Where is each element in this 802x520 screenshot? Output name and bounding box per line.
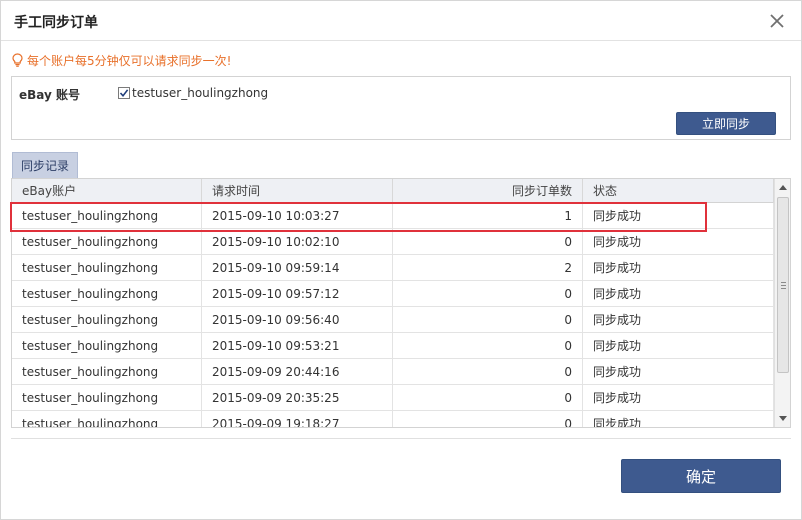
table-scrollbar[interactable] (774, 179, 790, 427)
title-bar: 手工同步订单 (1, 1, 801, 41)
cell-status: 同步成功 (583, 229, 774, 255)
cell-order-count: 0 (393, 411, 583, 427)
cell-account: testuser_houlingzhong (12, 255, 202, 281)
cell-request-time: 2015-09-10 09:57:12 (202, 281, 393, 307)
cell-account: testuser_houlingzhong (12, 307, 202, 333)
table-row[interactable]: testuser_houlingzhong 2015-09-09 19:18:2… (12, 411, 774, 427)
sync-records-table: eBay账户 请求时间 同步订单数 状态 testuser_houlingzho… (11, 178, 791, 428)
account-checkbox-label: testuser_houlingzhong (132, 86, 269, 100)
table-row[interactable]: testuser_houlingzhong 2015-09-10 09:56:4… (12, 307, 774, 333)
grip-icon (780, 281, 786, 289)
account-checkbox[interactable] (118, 87, 130, 99)
scroll-thumb[interactable] (777, 197, 789, 373)
account-panel: eBay 账号 testuser_houlingzhong 立即同步 (11, 76, 791, 140)
column-header-account[interactable]: eBay账户 (12, 179, 202, 203)
cell-order-count: 0 (393, 307, 583, 333)
column-header-request-time[interactable]: 请求时间 (202, 179, 393, 203)
lightbulb-icon (12, 53, 23, 67)
cell-account: testuser_houlingzhong (12, 359, 202, 385)
cell-request-time: 2015-09-10 09:56:40 (202, 307, 393, 333)
table-row[interactable]: testuser_houlingzhong 2015-09-10 10:03:2… (12, 203, 774, 229)
cell-request-time: 2015-09-10 09:53:21 (202, 333, 393, 359)
cell-account: testuser_houlingzhong (12, 333, 202, 359)
column-header-status[interactable]: 状态 (583, 179, 774, 203)
cell-order-count: 0 (393, 281, 583, 307)
footer-divider (11, 438, 791, 439)
cell-request-time: 2015-09-10 09:59:14 (202, 255, 393, 281)
cell-status: 同步成功 (583, 359, 774, 385)
scroll-up-arrow-icon[interactable] (775, 179, 790, 196)
cell-account: testuser_houlingzhong (12, 411, 202, 427)
table-row[interactable]: testuser_houlingzhong 2015-09-09 20:44:1… (12, 359, 774, 385)
cell-account: testuser_houlingzhong (12, 229, 202, 255)
cell-request-time: 2015-09-10 10:03:27 (202, 203, 393, 229)
cell-order-count: 0 (393, 333, 583, 359)
cell-account: testuser_houlingzhong (12, 385, 202, 411)
cell-order-count: 0 (393, 229, 583, 255)
tip-text: 每个账户每5分钟仅可以请求同步一次! (27, 53, 232, 68)
cell-status: 同步成功 (583, 333, 774, 359)
cell-status: 同步成功 (583, 307, 774, 333)
cell-status: 同步成功 (583, 281, 774, 307)
cell-request-time: 2015-09-09 20:35:25 (202, 385, 393, 411)
cell-order-count: 0 (393, 385, 583, 411)
table-row[interactable]: testuser_houlingzhong 2015-09-10 10:02:1… (12, 229, 774, 255)
dialog-title: 手工同步订单 (14, 15, 98, 31)
ok-button[interactable]: 确定 (621, 459, 781, 493)
ebay-account-label: eBay 账号 (19, 88, 81, 102)
sync-limit-tip: 每个账户每5分钟仅可以请求同步一次! (12, 52, 231, 68)
table-row[interactable]: testuser_houlingzhong 2015-09-10 09:53:2… (12, 333, 774, 359)
cell-order-count: 1 (393, 203, 583, 229)
checkmark-icon (119, 89, 129, 98)
cell-request-time: 2015-09-09 20:44:16 (202, 359, 393, 385)
table-body: testuser_houlingzhong 2015-09-10 10:03:2… (12, 203, 774, 427)
scroll-down-arrow-icon[interactable] (775, 410, 790, 427)
tab-sync-records[interactable]: 同步记录 (12, 152, 78, 178)
cell-request-time: 2015-09-09 19:18:27 (202, 411, 393, 427)
account-checkbox-row[interactable]: testuser_houlingzhong (118, 86, 268, 100)
cell-account: testuser_houlingzhong (12, 203, 202, 229)
cell-order-count: 0 (393, 359, 583, 385)
cell-account: testuser_houlingzhong (12, 281, 202, 307)
close-icon[interactable] (765, 9, 789, 33)
cell-status: 同步成功 (583, 411, 774, 427)
cell-order-count: 2 (393, 255, 583, 281)
sync-now-button[interactable]: 立即同步 (676, 112, 776, 135)
cell-status: 同步成功 (583, 203, 774, 229)
cell-status: 同步成功 (583, 255, 774, 281)
table-row[interactable]: testuser_houlingzhong 2015-09-09 20:35:2… (12, 385, 774, 411)
cell-request-time: 2015-09-10 10:02:10 (202, 229, 393, 255)
column-header-order-count[interactable]: 同步订单数 (393, 179, 583, 203)
table-row[interactable]: testuser_houlingzhong 2015-09-10 09:57:1… (12, 281, 774, 307)
table-row[interactable]: testuser_houlingzhong 2015-09-10 09:59:1… (12, 255, 774, 281)
table-header: eBay账户 请求时间 同步订单数 状态 (12, 179, 774, 203)
cell-status: 同步成功 (583, 385, 774, 411)
sync-orders-dialog: 手工同步订单 每个账户每5分钟仅可以请求同步一次! eBay 账号 testus… (0, 0, 802, 520)
